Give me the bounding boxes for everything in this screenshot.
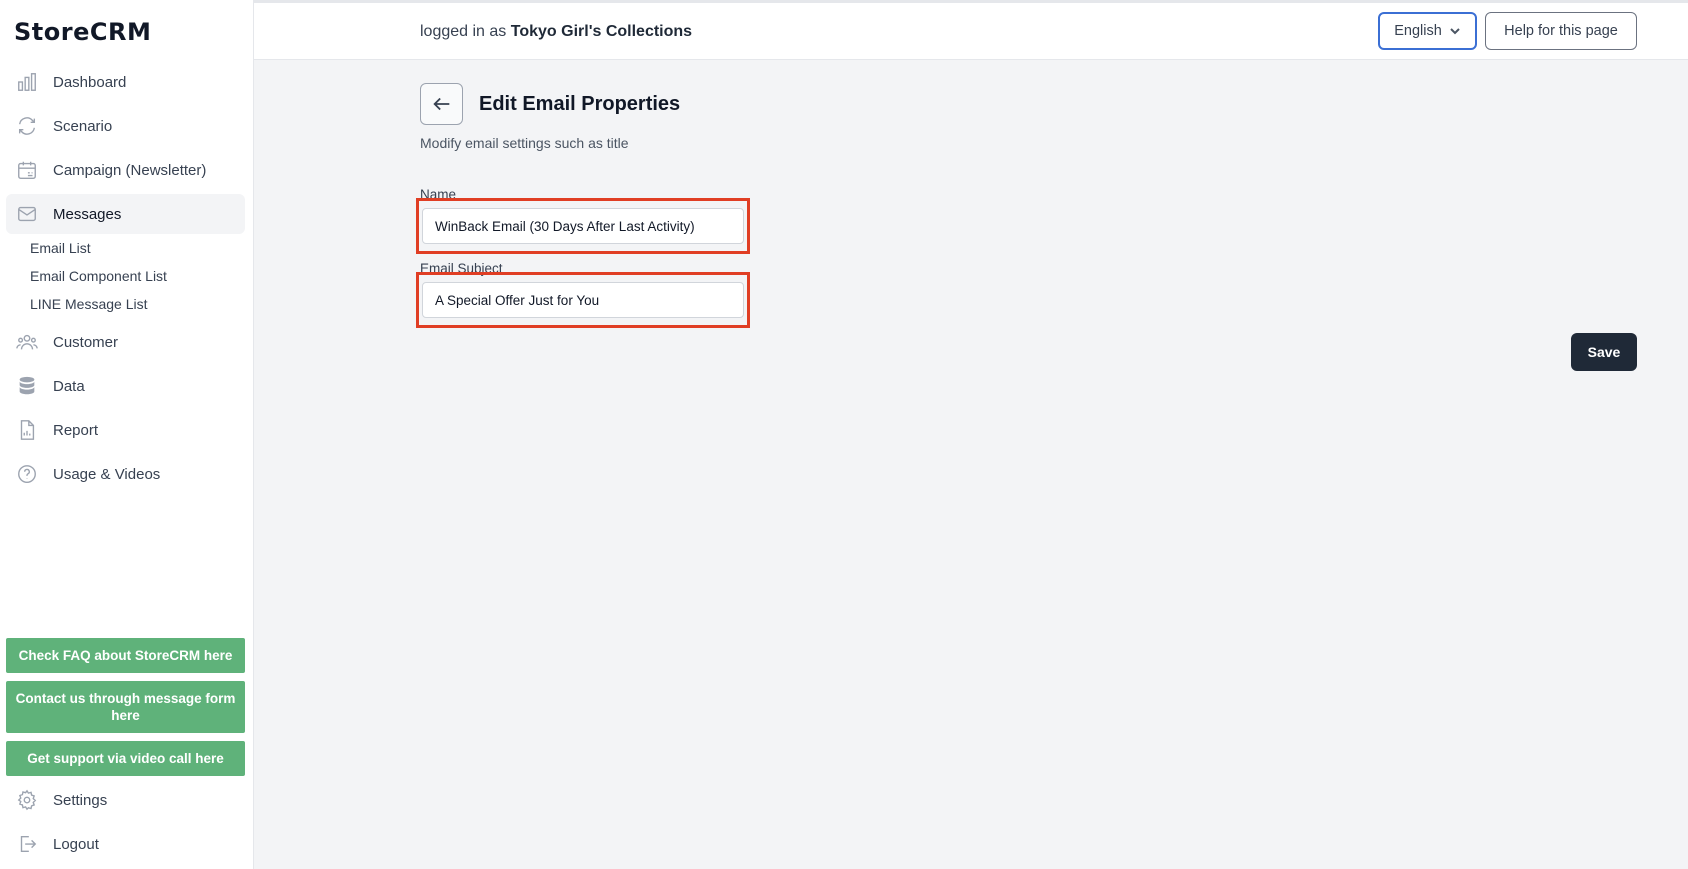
sidebar-item-label: Logout bbox=[53, 835, 99, 853]
sidebar-item-label: Campaign (Newsletter) bbox=[53, 161, 207, 179]
page-subtitle: Modify email settings such as title bbox=[420, 135, 629, 151]
sidebar-item-dashboard[interactable]: Dashboard bbox=[6, 62, 245, 102]
sidebar-item-label: Messages bbox=[53, 205, 122, 223]
sidebar-item-logout[interactable]: Logout bbox=[6, 824, 245, 864]
contact-form-button[interactable]: Contact us through message form here bbox=[6, 681, 245, 733]
email-subject-field-highlight bbox=[416, 272, 750, 328]
sidebar-subitem-email-component-list[interactable]: Email Component List bbox=[30, 268, 167, 284]
help-button[interactable]: Help for this page bbox=[1485, 12, 1637, 50]
name-field-highlight bbox=[416, 198, 750, 254]
sidebar-item-data[interactable]: Data bbox=[6, 366, 245, 406]
bar-chart-icon bbox=[15, 70, 39, 94]
language-select[interactable]: English bbox=[1378, 12, 1477, 50]
sidebar-item-scenario[interactable]: Scenario bbox=[6, 106, 245, 146]
language-label: English bbox=[1394, 23, 1442, 39]
sidebar-item-settings[interactable]: Settings bbox=[6, 780, 245, 820]
sidebar-subitem-line-message-list[interactable]: LINE Message List bbox=[30, 296, 148, 312]
sidebar-item-label: Dashboard bbox=[53, 73, 127, 91]
database-icon bbox=[15, 374, 39, 398]
refresh-icon bbox=[15, 114, 39, 138]
gear-icon bbox=[15, 788, 39, 812]
sidebar-item-report[interactable]: Report bbox=[6, 410, 245, 450]
sidebar-item-campaign[interactable]: Campaign (Newsletter) bbox=[6, 150, 245, 190]
video-call-support-button[interactable]: Get support via video call here bbox=[6, 741, 245, 776]
name-input[interactable] bbox=[422, 208, 744, 244]
sidebar-item-label: Report bbox=[53, 421, 99, 439]
logged-in-indicator: logged in as Tokyo Girl's Collections bbox=[420, 23, 692, 41]
email-subject-input[interactable] bbox=[422, 282, 744, 318]
sidebar: StoreCRM Dashboard Scenario Campaign (Ne… bbox=[0, 0, 254, 869]
back-button[interactable] bbox=[420, 83, 463, 125]
mail-icon bbox=[15, 202, 39, 226]
sidebar-item-label: Customer bbox=[53, 333, 119, 351]
sidebar-item-usage-videos[interactable]: Usage & Videos bbox=[6, 454, 245, 494]
sidebar-subitem-email-list[interactable]: Email List bbox=[30, 240, 91, 256]
faq-button[interactable]: Check FAQ about StoreCRM here bbox=[6, 638, 245, 673]
sidebar-item-label: Data bbox=[53, 377, 85, 395]
logged-in-prefix: logged in as bbox=[420, 23, 507, 40]
sidebar-item-label: Settings bbox=[53, 791, 108, 809]
sidebar-item-customer[interactable]: Customer bbox=[6, 322, 245, 362]
logout-icon bbox=[15, 832, 39, 856]
save-button[interactable]: Save bbox=[1571, 333, 1637, 371]
store-name: Tokyo Girl's Collections bbox=[510, 23, 693, 40]
question-circle-icon bbox=[15, 462, 39, 486]
sidebar-item-label: Usage & Videos bbox=[53, 465, 161, 483]
page-title: Edit Email Properties bbox=[479, 93, 681, 115]
sidebar-item-label: Scenario bbox=[53, 117, 113, 135]
app-logo: StoreCRM bbox=[14, 18, 152, 46]
arrow-left-icon bbox=[432, 97, 449, 111]
sidebar-item-messages[interactable]: Messages bbox=[6, 194, 245, 234]
chevron-down-icon bbox=[1450, 28, 1460, 35]
calendar-icon bbox=[15, 158, 39, 182]
top-bar: logged in as Tokyo Girl's Collections En… bbox=[254, 0, 1688, 60]
document-chart-icon bbox=[15, 418, 39, 442]
users-icon bbox=[15, 330, 39, 354]
